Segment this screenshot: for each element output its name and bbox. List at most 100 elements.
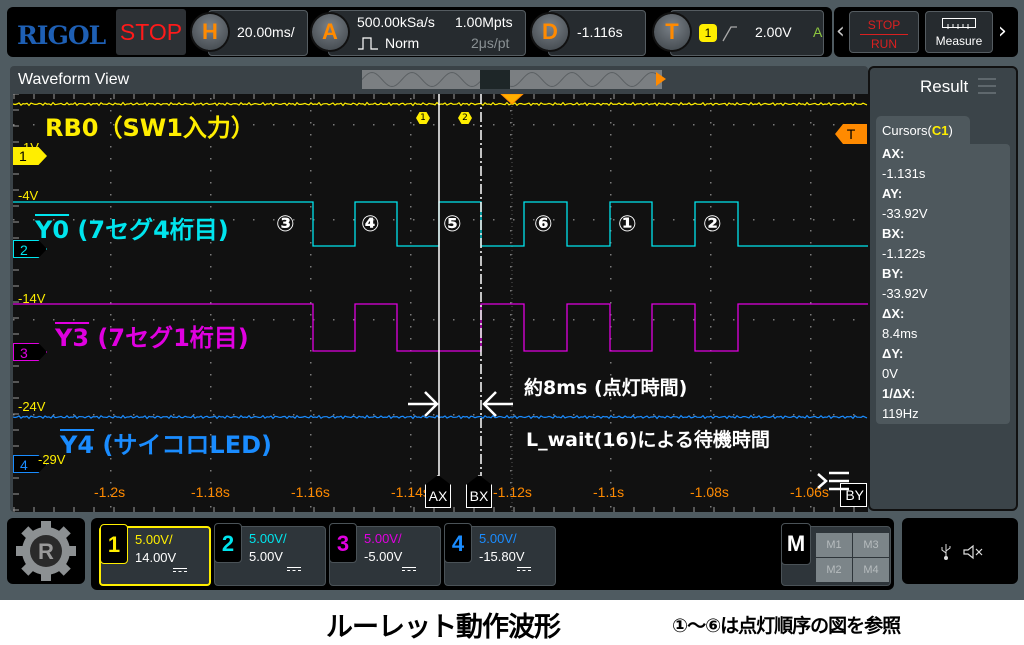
ch4-annotation: Y4 (サイコロLED)	[60, 425, 272, 460]
arrow-right-icon	[408, 391, 439, 417]
cursors-tab[interactable]: Cursors(C1)	[876, 116, 970, 146]
status-area	[902, 518, 1018, 584]
sequence-label: ①	[618, 212, 637, 237]
ch4-signal-desc: (サイコロLED)	[94, 431, 272, 459]
time-axis-label: -1.16s	[291, 484, 330, 500]
divider	[860, 34, 908, 35]
delta-x-label: ΔX:	[882, 306, 905, 321]
measure-label: Measure	[935, 34, 983, 48]
acquire-box[interactable]: 500.00kSa/s 1.00Mpts Norm 2μs/pt	[328, 10, 526, 56]
channel-3-number: 3	[329, 523, 357, 563]
ay-label: AY:	[882, 186, 903, 201]
sample-rate: 500.00kSa/s	[357, 14, 435, 30]
channel-1-scale: 5.00V/	[135, 532, 173, 547]
result-title: Result	[920, 77, 969, 96]
math-label: M	[781, 523, 811, 565]
ch2-signal-name: Y0	[35, 216, 70, 244]
time-axis-label: -1.14s	[391, 484, 430, 500]
memory-depth: 1.00Mpts	[455, 14, 513, 30]
navigator-end-arrow	[656, 72, 666, 86]
time-per-point: 2μs/pt	[471, 35, 510, 51]
time-axis-label: -1.2s	[94, 484, 126, 500]
sequence-label: ③	[276, 212, 295, 237]
trigger-sweep: A	[813, 24, 823, 40]
inv-delta-x-label: 1/ΔX:	[882, 386, 916, 401]
quick-panel: ‹ STOP RUN Measure ›	[834, 7, 1018, 57]
voltage-label: -4V	[18, 188, 39, 203]
delta-x-value: 8.4ms	[882, 326, 918, 341]
cursors-tab-close: )	[948, 123, 953, 138]
wait-annotation: L_wait(16)による待機時間	[526, 429, 770, 451]
ch4-trace	[13, 414, 868, 420]
channel-4-box[interactable]: 4 5.00V/ -15.80V	[444, 523, 556, 586]
channel-1-offset: 14.00V	[135, 550, 177, 565]
channel-2-number: 2	[214, 523, 242, 563]
result-panel: Result Cursors(C1) AX: -1.131s AY: -33.9…	[868, 66, 1018, 511]
channel-2-scale: 5.00V/	[249, 531, 287, 546]
run-state-indicator[interactable]: STOP	[116, 9, 186, 55]
channel-2-offset: 5.00V	[249, 549, 283, 564]
channel-3-scale: 5.00V/	[364, 531, 402, 546]
dc-coupling-icon	[287, 567, 301, 573]
ch3-annotation: Y3 (7セグ1桁目)	[55, 318, 249, 353]
arrow-left-icon	[482, 391, 513, 417]
stop-label: STOP	[867, 18, 901, 32]
rising-edge-icon	[721, 23, 739, 43]
trigger-level: 2.00V	[755, 24, 792, 40]
math-box[interactable]: M M1 M3 M2 M4	[781, 523, 891, 586]
timebase-value: 20.00ms/	[237, 24, 295, 40]
cursors-tab-label: Cursors(	[882, 123, 932, 138]
waveform-view-title: Waveform View	[18, 71, 130, 88]
time-axis-label: -1.18s	[191, 484, 230, 500]
rigol-gear-icon: R	[16, 521, 76, 581]
channel-2-box[interactable]: 2 5.00V/ 5.00V	[214, 523, 326, 586]
ch2-signal-desc: (7セグ4桁目)	[69, 216, 229, 244]
horizontal-knob[interactable]: H	[192, 14, 228, 50]
ruler-icon	[942, 18, 976, 29]
ch1-annotation: RB0（SW1入力）	[45, 114, 255, 142]
usb-icon	[941, 544, 951, 560]
acquire-mode: Norm	[385, 35, 420, 51]
ch1-trace	[13, 101, 868, 107]
channel-4-number: 4	[444, 523, 472, 563]
navigator-window[interactable]	[480, 70, 510, 89]
main-menu-button[interactable]: R	[7, 518, 85, 584]
figure-note: ①～⑥は点灯順序の図を参照	[672, 615, 901, 637]
time-axis-label: -1.1s	[593, 484, 625, 500]
stop-run-button[interactable]: STOP RUN	[849, 11, 919, 53]
dc-coupling-icon	[402, 567, 416, 573]
next-icon[interactable]: ›	[998, 19, 1007, 44]
menu-collapse-icon[interactable]	[815, 470, 851, 496]
channel-1-box[interactable]: 1 5.00V/ 14.00V	[99, 524, 211, 586]
mute-icon[interactable]	[962, 544, 986, 560]
math-m4[interactable]: M4	[853, 558, 889, 582]
math-m2[interactable]: M2	[816, 558, 852, 582]
rigol-logo: RIGOL	[17, 21, 106, 50]
ch2-annotation: Y0 (7セグ4桁目)	[35, 210, 229, 245]
ax-value: -1.131s	[882, 166, 926, 181]
sequence-label: ⑤	[443, 212, 462, 237]
math-m1[interactable]: M1	[816, 533, 852, 557]
by-value: -33.92V	[882, 286, 928, 301]
figure-caption: ルーレット動作波形	[326, 612, 561, 643]
trigger-position-marker	[500, 94, 524, 105]
time-axis-label: -1.12s	[493, 484, 532, 500]
prev-icon[interactable]: ‹	[836, 19, 845, 44]
memory-navigator[interactable]	[362, 70, 666, 89]
trigger-knob[interactable]: T	[654, 14, 690, 50]
result-menu-icon[interactable]	[978, 78, 996, 99]
ch4-signal-name: Y4	[60, 431, 95, 459]
math-m3[interactable]: M3	[853, 533, 889, 557]
bx-value: -1.122s	[882, 246, 926, 261]
channel-4-scale: 5.00V/	[479, 531, 517, 546]
dc-coupling-icon	[173, 568, 187, 574]
cursors-tab-channel: C1	[931, 123, 949, 138]
measure-button[interactable]: Measure	[925, 11, 993, 53]
acquire-knob[interactable]: A	[312, 14, 348, 50]
delay-knob[interactable]: D	[532, 14, 568, 50]
trigger-box[interactable]: 1 2.00V A	[670, 10, 824, 56]
channel-3-box[interactable]: 3 5.00V/ -5.00V	[329, 523, 441, 586]
svg-text:R: R	[38, 539, 54, 564]
channel-1-number: 1	[100, 524, 128, 564]
duration-annotation: 約8ms (点灯時間)	[524, 377, 688, 399]
